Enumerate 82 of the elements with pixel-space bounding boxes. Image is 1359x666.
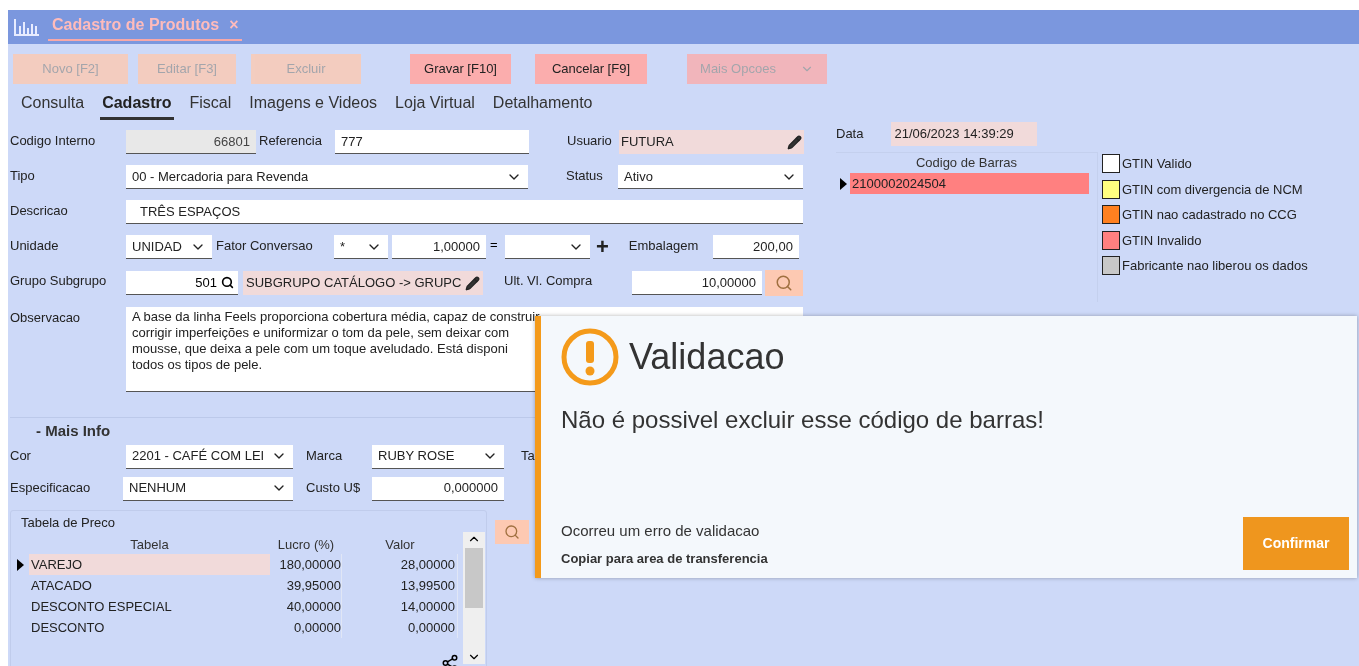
window-title: Cadastro de Produtos bbox=[52, 15, 220, 35]
field-label: Cor bbox=[10, 446, 32, 465]
notes-line: corrigir imperfeições e uniformizar o tom da pele, sem deixar com bbox=[132, 325, 510, 341]
field-label: Status bbox=[566, 167, 604, 185]
dropdown[interactable]: Ativo bbox=[618, 165, 803, 189]
dialog-title: Validacao bbox=[629, 335, 785, 379]
field-label: Codigo Interno bbox=[10, 132, 97, 150]
equals-sign: = bbox=[490, 236, 499, 254]
table-cell: 39,95000 bbox=[270, 575, 342, 596]
dropdown[interactable]: * bbox=[334, 235, 388, 259]
notes-line: todos os tipos de pele. bbox=[132, 357, 263, 373]
tab[interactable]: Loja Virtual bbox=[393, 91, 477, 120]
field-label: Unidade bbox=[10, 237, 60, 255]
input-field[interactable]: 10,00000 bbox=[632, 271, 762, 295]
table-cell: 0,00000 bbox=[270, 617, 342, 638]
input-field[interactable]: TRÊS ESPAÇOS bbox=[126, 200, 803, 224]
field-label: Observacao bbox=[10, 309, 82, 327]
panel-title: Tabela de Preco bbox=[21, 513, 115, 532]
section-title: - Mais Info bbox=[36, 421, 111, 441]
table-row[interactable]: DESCONTO 0,00000 0,00000 bbox=[11, 617, 463, 638]
field-label: Tipo bbox=[10, 167, 36, 185]
input-field[interactable]: 66801 bbox=[126, 130, 256, 154]
tab[interactable]: Consulta bbox=[19, 91, 87, 120]
dropdown[interactable]: RUBY ROSE bbox=[372, 444, 504, 469]
column-header: Valor bbox=[384, 535, 416, 554]
notes-line: A base da linha Feels proporciona cobertura média, capaz de construir bbox=[132, 309, 540, 325]
tab[interactable]: Imagens e Videos bbox=[247, 91, 380, 120]
legend-label: GTIN nao cadastrado no CCG bbox=[1122, 206, 1297, 224]
notes-line: mousse, que deixa a pele com um toque aveludado. Está disponi bbox=[132, 341, 508, 357]
dropdown[interactable]: 2201 - CAFÉ COM LEI bbox=[126, 444, 293, 469]
field-label: Especificacao bbox=[10, 478, 92, 497]
field-label: Marca bbox=[306, 446, 344, 465]
tab[interactable]: Cadastro bbox=[100, 91, 174, 120]
dropdown[interactable]: UNIDAD bbox=[126, 235, 212, 259]
legend-label: GTIN Valido bbox=[1122, 155, 1192, 173]
table-cell: VAREJO bbox=[29, 554, 270, 575]
field-label: Grupo Subgrupo bbox=[10, 272, 108, 290]
column-header: Codigo de Barras bbox=[914, 154, 1019, 172]
table-cell: 0,00000 bbox=[342, 617, 458, 638]
tab[interactable]: Detalhamento bbox=[490, 91, 595, 120]
field-label: Custo U$ bbox=[306, 478, 362, 497]
legend-label: GTIN Invalido bbox=[1122, 231, 1202, 250]
field-label: Data bbox=[836, 125, 864, 144]
user-field: FUTURA bbox=[619, 130, 804, 154]
legend-label: GTIN com divergencia de NCM bbox=[1122, 180, 1303, 199]
toolbar-button[interactable]: Cancelar [F9] bbox=[535, 54, 647, 84]
add-button[interactable]: + bbox=[596, 236, 609, 258]
field-label: Referencia bbox=[259, 132, 323, 150]
column-header: Lucro (%) bbox=[276, 535, 336, 554]
input-field[interactable]: 200,00 bbox=[712, 235, 799, 259]
dialog-message: Não é possivel excluir esse código de barras! bbox=[561, 405, 1044, 435]
table-cell: 28,00000 bbox=[342, 554, 458, 575]
input-field[interactable]: 0,000000 bbox=[372, 476, 504, 501]
error-detail: Ocorreu um erro de validacao bbox=[561, 521, 761, 541]
table-row[interactable]: DESCONTO ESPECIAL 40,00000 14,00000 bbox=[11, 596, 463, 617]
column-header: Tabela bbox=[129, 535, 170, 554]
subgroup-field: SUBGRUPO CATÁLOGO -> GRUPC bbox=[243, 271, 483, 295]
table-row[interactable]: VAREJO 180,00000 28,00000 bbox=[11, 554, 463, 575]
table-cell-text: DESCONTO ESPECIAL bbox=[30, 598, 173, 616]
legend-label: Fabricante nao liberou os dados bbox=[1122, 257, 1308, 275]
toolbar-button[interactable]: Gravar [F10] bbox=[410, 54, 511, 84]
table-cell: 40,00000 bbox=[270, 596, 342, 617]
field-label: Ta bbox=[521, 446, 536, 465]
tab[interactable]: Fiscal bbox=[187, 91, 234, 120]
field-label: Descricao bbox=[10, 202, 69, 220]
table-cell: 13,99500 bbox=[342, 575, 458, 596]
field-label: Fator Conversao bbox=[216, 237, 314, 255]
input-field[interactable]: 1,00000 bbox=[392, 235, 486, 259]
field-label: Embalagem bbox=[628, 237, 700, 255]
dropdown[interactable]: 00 - Mercadoria para Revenda bbox=[126, 165, 528, 189]
copy-link[interactable]: Copiar para area de transferencia bbox=[561, 548, 768, 568]
field-label: Ult. Vl. Compra bbox=[504, 272, 594, 290]
table-row[interactable]: ATACADO 39,95000 13,99500 bbox=[11, 575, 463, 596]
group-code-field[interactable]: 501 bbox=[126, 271, 238, 295]
input-field[interactable]: 777 bbox=[335, 130, 529, 154]
table-cell-text: ATACADO bbox=[30, 577, 93, 595]
table-cell: 180,00000 bbox=[270, 554, 342, 575]
field-label: Usuario bbox=[567, 132, 613, 150]
table-cell-text: DESCONTO bbox=[30, 619, 106, 637]
table-cell: 14,00000 bbox=[342, 596, 458, 617]
date-field: 21/06/2023 14:39:29 bbox=[891, 122, 1038, 146]
dropdown[interactable]: NENHUM bbox=[123, 476, 293, 501]
